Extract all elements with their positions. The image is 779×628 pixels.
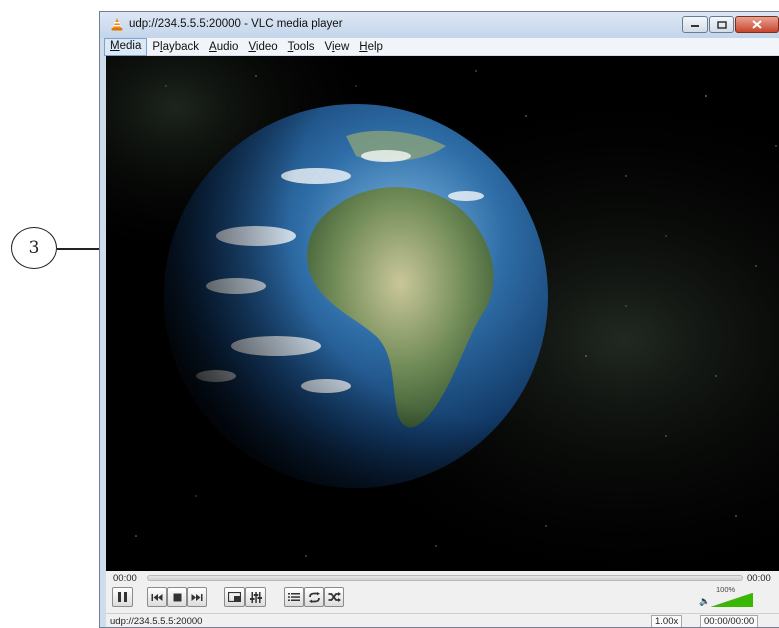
- close-icon: [752, 20, 762, 29]
- playback-rate[interactable]: 1.00x: [651, 615, 683, 627]
- window-title: udp://234.5.5.5:20000 - VLC media player: [129, 18, 343, 30]
- menu-bar: Media Playback Audio Video Tools View He…: [104, 37, 779, 56]
- callout-number: 3: [28, 238, 40, 258]
- seek-slider[interactable]: [147, 575, 743, 581]
- menu-video[interactable]: Video: [243, 39, 282, 55]
- minimize-button[interactable]: [682, 16, 708, 33]
- menu-audio[interactable]: Audio: [204, 39, 243, 55]
- playlist-button[interactable]: [284, 587, 304, 607]
- menu-tools[interactable]: Tools: [283, 39, 320, 55]
- fullscreen-button[interactable]: [224, 587, 245, 607]
- volume-slider[interactable]: [711, 593, 753, 607]
- speaker-icon[interactable]: 🔈: [699, 597, 710, 607]
- close-button[interactable]: [735, 16, 779, 33]
- next-icon: [191, 593, 203, 601]
- shuffle-icon: [328, 592, 341, 602]
- vlc-window: udp://234.5.5.5:20000 - VLC media player…: [99, 11, 779, 628]
- controls-panel: 00:00 00:00 🔈 100%: [106, 571, 779, 613]
- status-time[interactable]: 00:00/00:00: [700, 615, 759, 627]
- menu-view[interactable]: View: [320, 39, 355, 55]
- maximize-button[interactable]: [709, 16, 734, 33]
- status-media-url: udp://234.5.5.5:20000: [110, 616, 203, 627]
- next-button[interactable]: [187, 587, 207, 607]
- stop-button[interactable]: [167, 587, 187, 607]
- vlc-cone-icon: [111, 18, 123, 31]
- fullscreen-icon: [228, 592, 241, 602]
- elapsed-time: 00:00: [113, 573, 137, 584]
- extended-settings-icon: [249, 591, 262, 603]
- extended-settings-button[interactable]: [245, 587, 266, 607]
- status-bar: udp://234.5.5.5:20000 1.00x 00:00/00:00: [106, 613, 779, 627]
- pause-icon: [118, 592, 127, 602]
- playlist-icon: [288, 593, 300, 601]
- menu-media[interactable]: Media: [104, 37, 148, 56]
- video-area[interactable]: [106, 56, 779, 571]
- shuffle-button[interactable]: [324, 587, 344, 607]
- previous-icon: [151, 593, 163, 601]
- video-frame-earth-image: [106, 56, 779, 571]
- title-bar[interactable]: udp://234.5.5.5:20000 - VLC media player: [100, 12, 779, 38]
- pause-button[interactable]: [112, 587, 133, 607]
- callout-marker: 3: [11, 227, 57, 269]
- minimize-icon: [691, 24, 699, 27]
- menu-playback[interactable]: Playback: [147, 39, 204, 55]
- total-time: 00:00: [747, 573, 771, 584]
- maximize-icon: [716, 20, 727, 29]
- previous-button[interactable]: [147, 587, 167, 607]
- menu-help[interactable]: Help: [354, 39, 388, 55]
- loop-icon: [308, 591, 320, 603]
- stop-icon: [173, 593, 181, 601]
- loop-button[interactable]: [304, 587, 324, 607]
